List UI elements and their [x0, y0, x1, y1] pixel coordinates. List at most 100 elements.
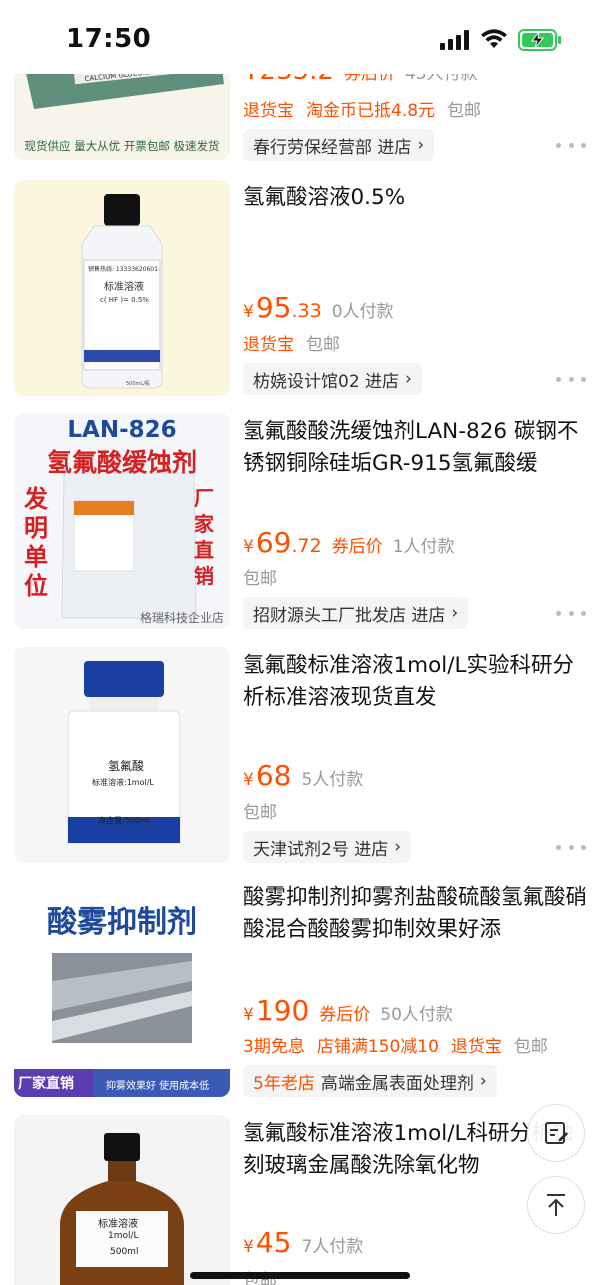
image-label: 净含量:500ml [98, 816, 150, 825]
chevron-right-icon: › [479, 1071, 487, 1091]
shop-link[interactable]: 枋娆设计馆02 进店 › [243, 363, 422, 395]
product-card[interactable]: 酸雾抑制剂 厂家直销 抑雾效果好 使用成本低 酸雾抑制剂抑雾剂盐酸硫酸氢氟酸硝酸… [0, 880, 600, 1100]
back-to-top-button[interactable] [527, 1176, 585, 1234]
signal-icon [440, 30, 469, 50]
battery-charging-icon [518, 29, 561, 51]
paid-count: 5人付款 [301, 770, 364, 790]
product-image[interactable]: LAN-826 氢氟酸缓蚀剂 发明单位 厂家直销 格瑞科技企业店 [14, 413, 230, 629]
tags-row: 退货宝 淘金币已抵4.8元 包邮 [243, 95, 493, 121]
more-options-icon[interactable] [556, 140, 586, 150]
product-card[interactable]: LAN-826 氢氟酸缓蚀剂 发明单位 厂家直销 格瑞科技企业店 氢氟酸酸洗缓蚀… [0, 412, 600, 632]
chevron-right-icon: › [417, 135, 425, 155]
tag-coin-discount: 淘金币已抵4.8元 [306, 100, 436, 121]
paid-count: 7人付款 [301, 1237, 364, 1257]
shop-name: 春行劳保经营部 进店 [253, 137, 412, 158]
price-row: ¥ 68 5人付款 [243, 759, 363, 793]
more-options-icon[interactable] [556, 608, 586, 618]
product-title[interactable]: 氢氟酸标准溶液1mol/L实验科研分析标准溶液现货直发 [243, 650, 588, 714]
chevron-right-icon: › [394, 837, 402, 857]
currency-symbol: ¥ [243, 537, 254, 557]
image-label: 氢氟酸 [108, 759, 145, 773]
home-indicator[interactable] [190, 1272, 410, 1279]
product-card[interactable]: 氢氟酸 标准溶液:1mol/L 净含量:500ml 氢氟酸标准溶液1mol/L实… [0, 646, 600, 866]
reagent-bottle-image [14, 647, 230, 863]
more-options-icon[interactable] [556, 842, 586, 852]
tag-store-discount: 店铺满150减10 [316, 1036, 439, 1057]
tags-row: 退货宝 包邮 [243, 329, 352, 355]
feedback-button[interactable] [527, 1104, 585, 1162]
tag-return-insurance: 退货宝 [243, 334, 294, 355]
product-title[interactable]: 氢氟酸酸洗缓蚀剂LAN-826 碳钢不锈钢铜除硅垢GR-915氢氟酸缓 [243, 416, 588, 480]
product-card[interactable]: 销售热线: 13333620601 标准溶液 c( HF )= 0.5% 500… [0, 178, 600, 398]
image-label: 销售热线: 13333620601 [88, 266, 158, 273]
price-row: ¥ 95 .33 0人付款 [243, 291, 394, 325]
amber-bottle-image [14, 1115, 230, 1285]
tags-row: 3期免息 店铺满150减10 退货宝 包邮 [243, 1031, 560, 1057]
price-row: ¥ 190 券后价 50人付款 [243, 994, 453, 1028]
price-decimal: .33 [291, 300, 322, 322]
price-integer: 45 [255, 1226, 292, 1259]
price-integer: 68 [255, 759, 292, 792]
image-title: 酸雾抑制剂 [47, 905, 197, 940]
tag-free-shipping: 包邮 [243, 802, 277, 823]
image-label: 500mL/瓶 [126, 381, 150, 387]
paid-count: 1人付款 [392, 537, 455, 557]
wifi-icon [481, 29, 507, 48]
shop-link[interactable]: 春行劳保经营部 进店 › [243, 129, 435, 161]
currency-symbol: ¥ [243, 1005, 254, 1025]
tag-free-shipping: 包邮 [447, 100, 482, 121]
status-bar: 17:50 [0, 0, 600, 74]
coupon-label: 券后价 [319, 1005, 371, 1025]
product-image[interactable]: 标准溶液 1mol/L 500ml [14, 1115, 230, 1285]
price-row: ¥ 45 7人付款 [243, 1226, 363, 1260]
price-decimal: .72 [291, 535, 322, 557]
tag-interest-free: 3期免息 [243, 1036, 305, 1057]
arrow-up-icon [547, 1194, 565, 1216]
chevron-right-icon: › [405, 369, 412, 389]
shop-name: 天津试剂2号 进店 [253, 839, 389, 860]
shop-name: 枋娆设计馆02 进店 [253, 371, 400, 392]
tag-free-shipping: 包邮 [306, 334, 340, 355]
paid-count: 50人付款 [380, 1005, 453, 1025]
shop-name: 高端金属表面处理剂 [320, 1073, 474, 1094]
image-watermark: 格瑞科技企业店 [139, 611, 224, 625]
product-title[interactable]: 氢氟酸溶液0.5% [243, 182, 588, 214]
image-badge: 厂家直销 [18, 1076, 74, 1092]
product-image[interactable]: 氢氟酸 标准溶液:1mol/L 净含量:500ml [14, 647, 230, 863]
paid-count: 0人付款 [331, 302, 394, 322]
shop-age-badge: 5年老店 [253, 1073, 315, 1094]
tag-free-shipping: 包邮 [243, 568, 277, 589]
image-side-text: 发明单位 [24, 485, 48, 600]
price-row: ¥ 69 .72 券后价 1人付款 [243, 526, 455, 560]
edit-note-icon [545, 1122, 568, 1144]
coupon-label: 券后价 [331, 537, 383, 557]
currency-symbol: ¥ [243, 302, 254, 322]
tag-free-shipping: 包邮 [513, 1036, 548, 1057]
image-title: LAN-826 [67, 417, 177, 443]
tags-row: 包邮 [243, 563, 289, 589]
image-label: 500ml [110, 1247, 139, 1257]
image-label: 标准溶液:1mol/L [92, 778, 154, 787]
shop-link[interactable]: 天津试剂2号 进店 › [243, 831, 412, 863]
product-list: CALCIUM GLUCONATE GEL 现货供应 量大从优 开票包邮 极速发… [0, 0, 600, 1285]
image-label: 标准溶液 [98, 1219, 138, 1230]
shop-name: 招财源头工厂批发店 进店 [253, 605, 446, 626]
price-integer: 190 [255, 994, 310, 1027]
shop-link[interactable]: 招财源头工厂批发店 进店 › [243, 597, 469, 629]
product-image[interactable]: 销售热线: 13333620601 标准溶液 c( HF )= 0.5% 500… [14, 180, 230, 396]
tag-return-insurance: 退货宝 [450, 1036, 502, 1057]
image-footer: 抑雾效果好 使用成本低 [106, 1081, 210, 1092]
product-title[interactable]: 酸雾抑制剂抑雾剂盐酸硫酸氢氟酸硝酸混合酸酸雾抑制效果好添 [243, 882, 588, 946]
image-label: c( HF )= 0.5% [100, 296, 149, 304]
product-card[interactable]: 标准溶液 1mol/L 500ml 氢氟酸标准溶液1mol/L科研分析蚀刻玻璃金… [0, 1114, 600, 1285]
shop-link[interactable]: 5年老店 高端金属表面处理剂 › [243, 1065, 497, 1097]
currency-symbol: ¥ [243, 770, 254, 790]
tag-return-insurance: 退货宝 [243, 100, 294, 121]
chevron-right-icon: › [451, 603, 459, 623]
more-options-icon[interactable] [556, 374, 586, 384]
image-label: 1mol/L [108, 1231, 139, 1241]
image-caption: 现货供应 量大从优 开票包邮 极速发货 [24, 139, 220, 153]
price-integer: 69 [255, 526, 292, 559]
tags-row: 包邮 [243, 797, 289, 823]
product-image[interactable]: 酸雾抑制剂 厂家直销 抑雾效果好 使用成本低 [14, 881, 230, 1097]
